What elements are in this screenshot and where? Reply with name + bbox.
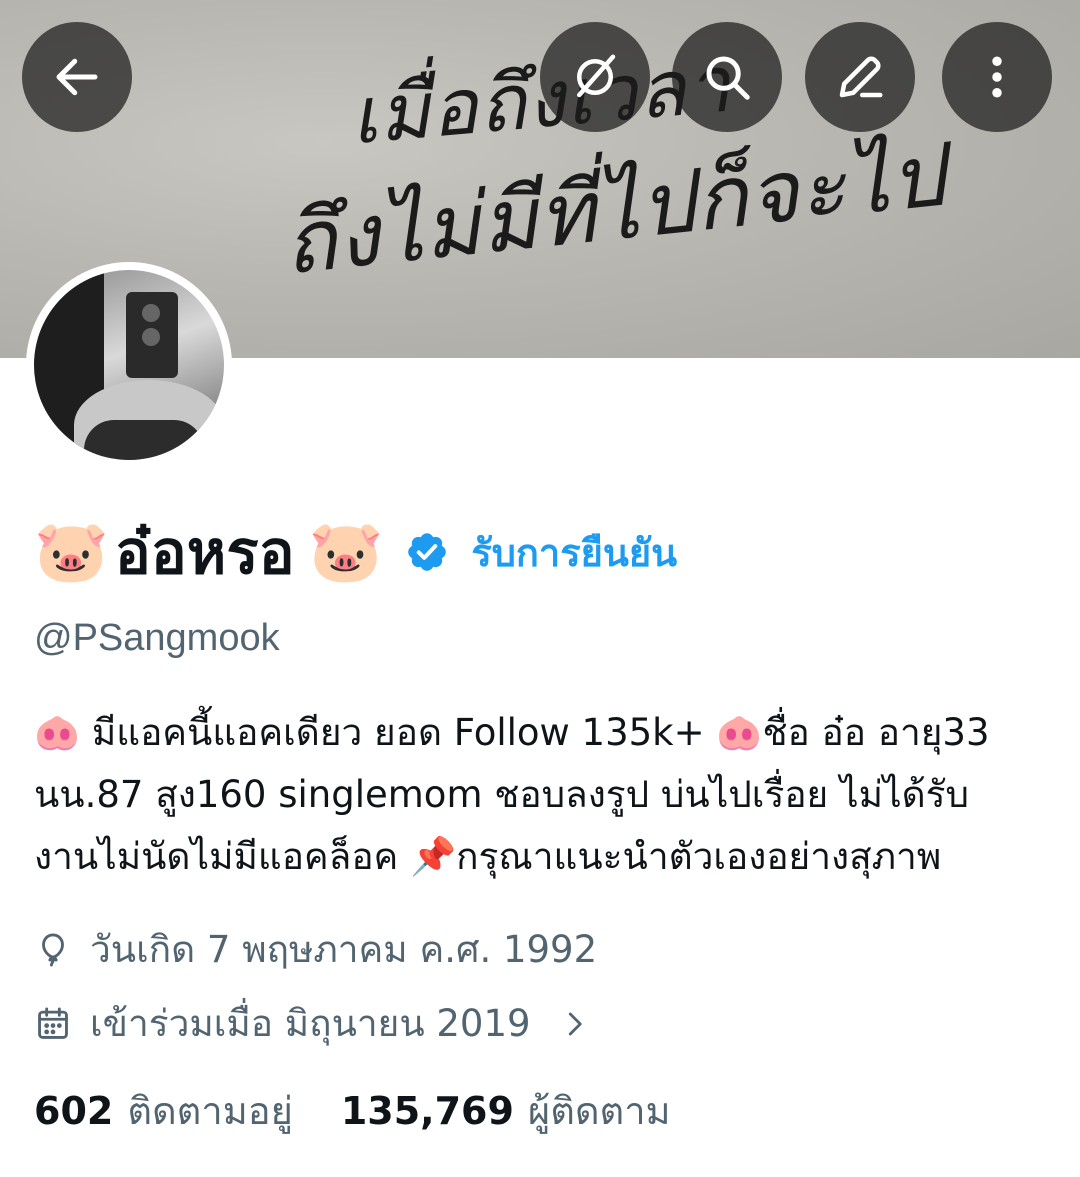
pencil-icon [839,56,883,98]
verified-badge-icon [408,533,447,571]
profile-bio: 🐽 มีแอคนี้แอคเดียว ยอด Follow 135k+ 🐽ชื่… [34,702,1044,888]
profile-page: เมื่อถึงเวลา ถึงไม่มีที่ไปก็จะไป 🐷 อ๋อหร… [0,0,1080,1177]
following-label: ติดตามอยู่ [127,1089,293,1133]
followers-stat-link[interactable]: 135,769 ผู้ติดตาม [341,1080,671,1141]
joined-date-row[interactable]: เข้าร่วมเมื่อ มิถุนายน 2019 [34,994,607,1053]
search-icon [706,56,750,100]
follow-stats: 602 ติดตามอยู่ 135,769 ผู้ติดตาม [34,1080,671,1141]
bio-line: งานไม่นัดไม่มีแอคล็อค 📌กรุณาแนะนำตัวเองอ… [34,835,942,878]
edit-profile-button[interactable] [805,22,915,132]
more-vertical-icon [992,56,1002,98]
bio-line: 🐽 มีแอคนี้แอคเดียว ยอด Follow 135k+ 🐽ชื่… [34,711,990,754]
username-handle: @PSangmook [34,617,280,659]
avatar[interactable] [26,262,232,468]
pig-face-emoji: 🐷 [34,517,109,587]
get-verified-link[interactable]: รับการยืนยัน [471,522,677,583]
back-button[interactable] [22,22,132,132]
search-button[interactable] [672,22,782,132]
followers-label: ผู้ติดตาม [527,1089,671,1133]
avatar-image [34,270,224,460]
birthday-row: วันเกิด 7 พฤษภาคม ค.ศ. 1992 [34,920,597,979]
followers-count: 135,769 [340,1089,514,1133]
joined-text: เข้าร่วมเมื่อ มิถุนายน 2019 [90,1002,531,1045]
bio-line: นน.87 สูง160 singlemom ชอบลงรูป บ่นไปเรื… [34,773,969,816]
arrow-left-icon [56,58,98,96]
grok-icon [577,54,616,98]
following-count: 602 [34,1089,114,1133]
more-options-button[interactable] [942,22,1052,132]
display-name-row: 🐷 อ๋อหรอ 🐷 รับการยืนยัน [34,512,677,592]
birthday-text: วันเกิด 7 พฤษภาคม ค.ศ. 1992 [90,928,598,971]
display-name: อ๋อหรอ [114,517,295,588]
grok-button[interactable] [540,22,650,132]
balloon-icon [42,933,64,966]
pig-face-emoji: 🐷 [308,517,384,587]
following-stat-link[interactable]: 602 ติดตามอยู่ [34,1080,293,1141]
chevron-right-icon [568,1012,582,1035]
calendar-icon [38,1007,68,1039]
